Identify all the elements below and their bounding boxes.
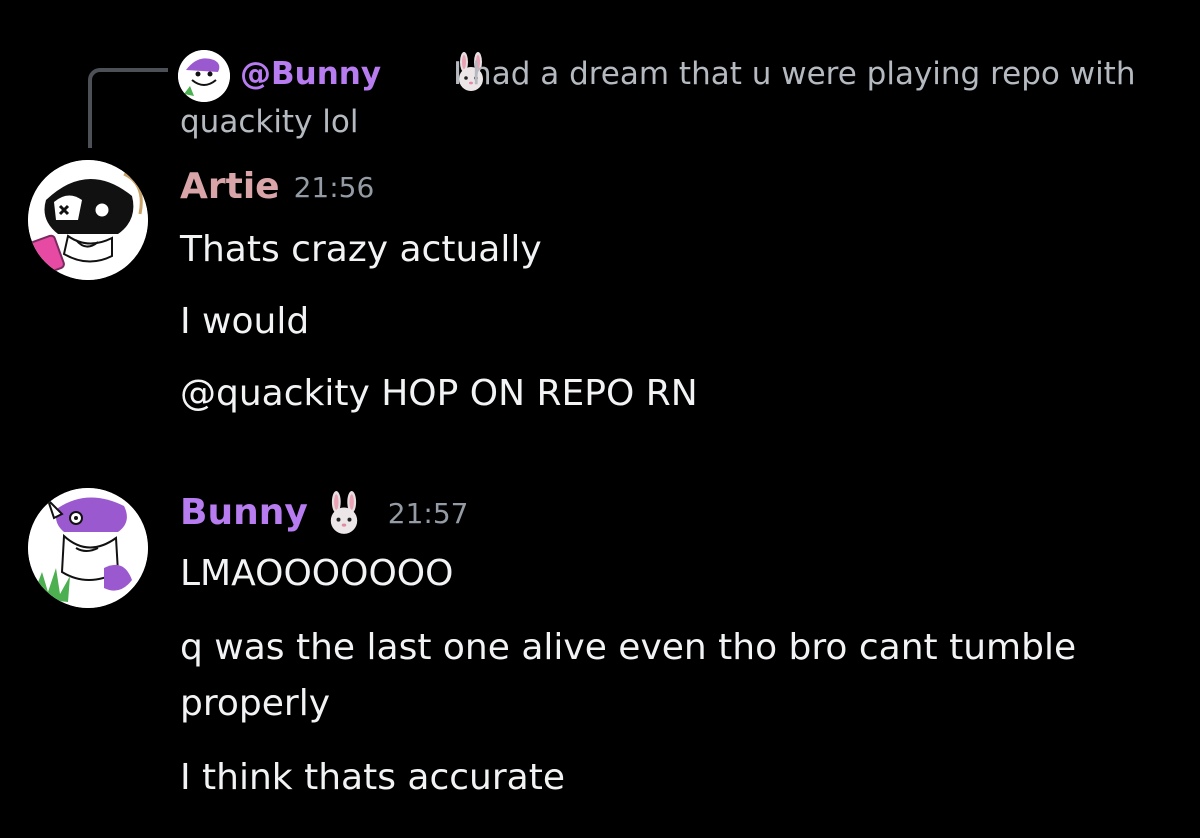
bunny-avatar-art-icon [28, 488, 148, 608]
bunny-username[interactable]: Bunny [180, 492, 308, 533]
artie-avatar[interactable] [28, 160, 148, 280]
message-line[interactable]: I think thats accurate [180, 750, 1140, 806]
reply-author[interactable]: @Bunny [240, 56, 381, 92]
message-line[interactable]: q was the last one alive even tho bro ca… [180, 620, 1140, 732]
rabbit-face-icon [391, 52, 484, 92]
artie-message-header: Artie 21:56 [180, 162, 374, 212]
bunny-timestamp[interactable]: 21:57 [388, 497, 469, 530]
artie-timestamp[interactable]: 21:56 [294, 171, 375, 204]
message-line[interactable]: I would [180, 294, 1140, 350]
message-line-with-mention[interactable]: @quackity HOP ON REPO RN [180, 366, 1140, 422]
reply-connector-line [88, 68, 168, 148]
reply-preview[interactable]: @Bunny I had a dream that u were playing … [180, 50, 1140, 146]
bunny-message-header: Bunny 21:57 [180, 488, 469, 538]
artie-username[interactable]: Artie [180, 166, 280, 207]
bunny-avatar[interactable] [28, 488, 148, 608]
message-line[interactable]: Thats crazy actually [180, 222, 1140, 278]
artie-avatar-art-icon [28, 160, 148, 280]
message-line[interactable]: LMAOOOOOOO [180, 546, 1140, 602]
rabbit-face-icon [322, 491, 366, 535]
